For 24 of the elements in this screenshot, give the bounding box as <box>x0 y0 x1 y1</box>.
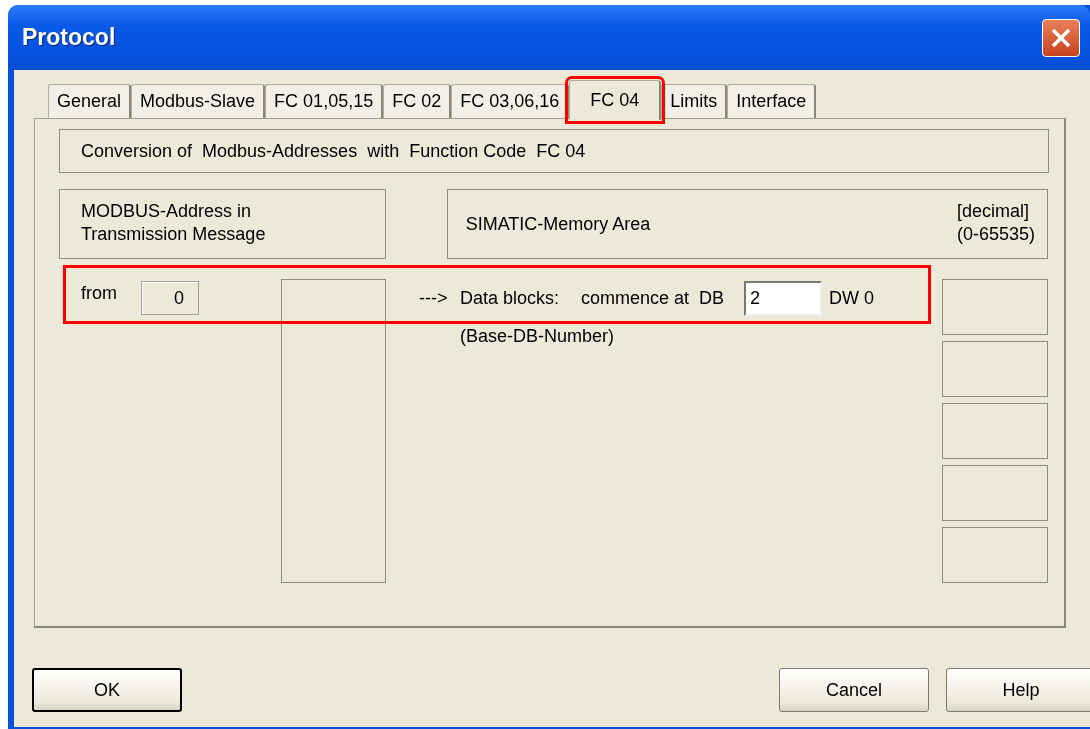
arrow-label: ---> <box>419 288 449 309</box>
close-button[interactable] <box>1042 18 1080 57</box>
tab[interactable]: Interface <box>727 84 817 118</box>
dw-label: DW 0 <box>829 288 875 309</box>
tab[interactable]: Limits <box>661 84 728 118</box>
from-field: 0 <box>141 281 199 315</box>
tab[interactable]: FC 01,05,15 <box>265 84 384 118</box>
tab[interactable]: Modbus-Slave <box>131 84 266 118</box>
range-label: [decimal] (0-65535) <box>956 200 1035 246</box>
data-blocks-label: Data blocks: <box>460 288 560 309</box>
commence-label: commence at DB <box>581 288 725 309</box>
tab[interactable]: FC 03,06,16 <box>451 84 570 118</box>
from-label: from <box>81 283 117 304</box>
column-heading: MODBUS-Address in Transmission Message <box>59 189 386 259</box>
section-heading: Conversion of Modbus-Addresses with Function Code FC 04 <box>59 129 1049 173</box>
db-number-field[interactable]: 2 <box>744 281 823 316</box>
dialog-button[interactable]: Cancel <box>779 668 929 712</box>
column-heading: SIMATIC-Memory Area <box>465 213 651 235</box>
tab[interactable]: General <box>48 84 132 118</box>
window-title: Protocol <box>22 24 116 51</box>
tab[interactable]: FC 02 <box>383 84 452 118</box>
base-db-note: (Base-DB-Number) <box>460 326 616 347</box>
dialog-button[interactable]: OK <box>32 668 182 712</box>
dialog-button[interactable]: Help <box>946 668 1090 712</box>
